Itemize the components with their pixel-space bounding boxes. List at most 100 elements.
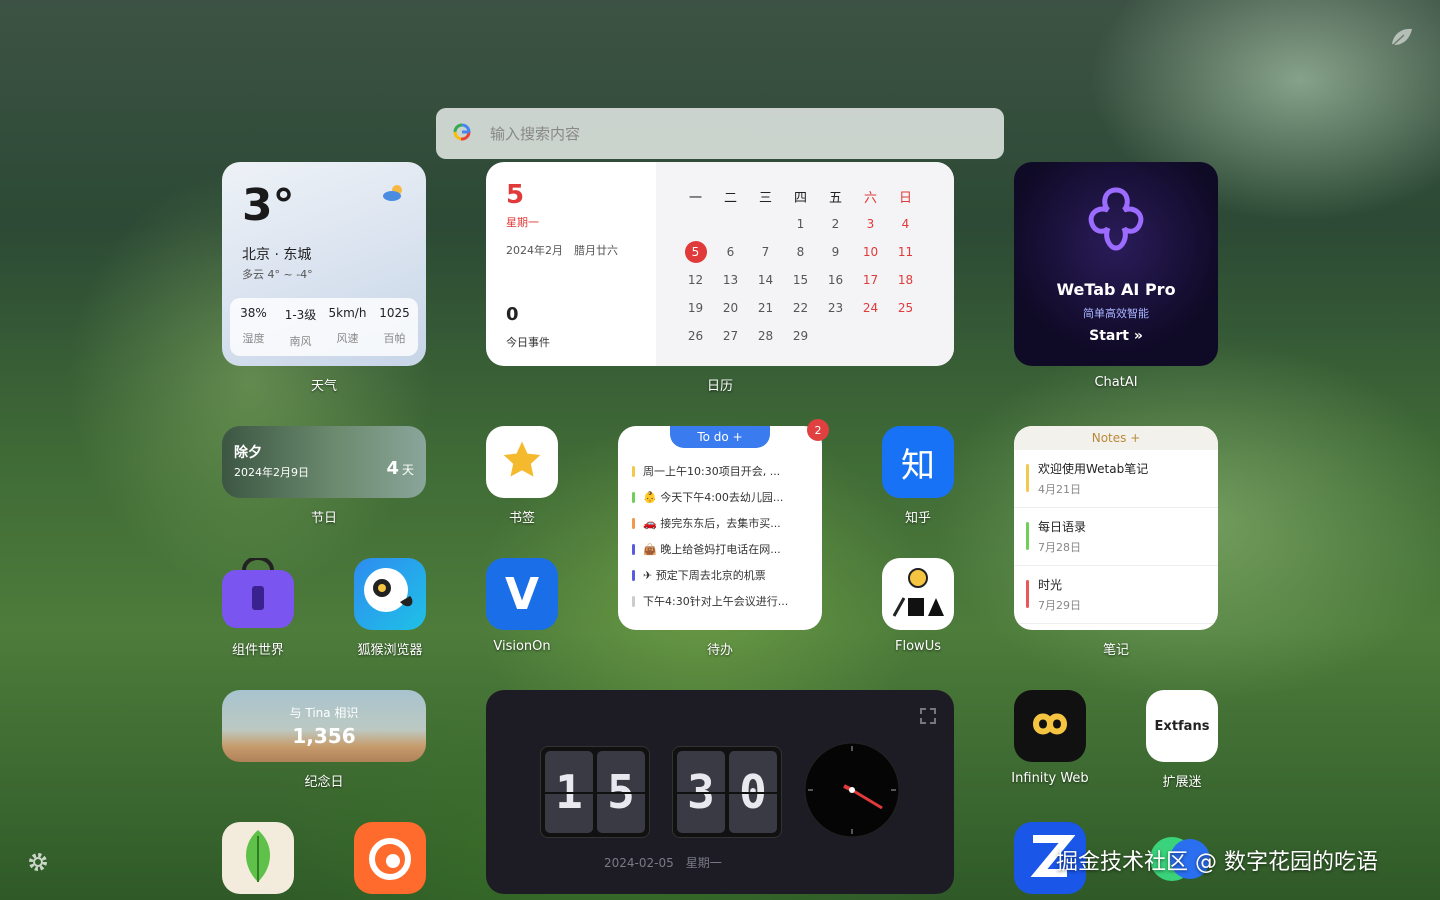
weather-stat-wind-dir: 1-3级 南风: [284, 308, 317, 348]
calendar-date-cell[interactable]: 27: [713, 322, 748, 350]
infinity-web-app[interactable]: [1014, 690, 1086, 762]
fullscreen-icon[interactable]: [920, 708, 936, 724]
foxbrowser-caption: 狐猴浏览器: [357, 643, 423, 658]
extfans-logo: Extfans: [1154, 718, 1210, 734]
fox-icon: [365, 831, 415, 885]
calendar-date-cell[interactable]: 26: [678, 322, 713, 350]
extfans-app[interactable]: Extfans: [1146, 690, 1218, 762]
todo-add-button[interactable]: To do +: [670, 426, 770, 448]
calendar-date-cell[interactable]: 16: [818, 266, 853, 294]
calendar-date-cell[interactable]: 28: [748, 322, 783, 350]
todo-item[interactable]: 👶 今天下午4:00去幼儿园...: [632, 484, 808, 510]
todo-widget[interactable]: To do + 周一上午10:30项目开会, ... 👶 今天下午4:00去幼儿园…: [618, 426, 822, 630]
weather-widget[interactable]: 3° 北京 · 东城 多云 4° ~ -4° 38% 湿度 1-3级 南风 5km/…: [222, 162, 426, 366]
note-color-bar: [1026, 464, 1029, 492]
calendar-date-cell[interactable]: 22: [783, 294, 818, 322]
holiday-widget[interactable]: 除夕 2024年2月9日 4天: [222, 426, 426, 498]
todo-list: 周一上午10:30项目开会, ... 👶 今天下午4:00去幼儿园... 🚗 接完东…: [632, 458, 808, 614]
visionon-app[interactable]: V: [486, 558, 558, 630]
calendar-date-cell[interactable]: 1: [783, 210, 818, 238]
note-item[interactable]: 每日语录 7月28日: [1014, 508, 1218, 566]
todo-item[interactable]: 下午4:30针对上午会议进行...: [632, 588, 808, 614]
calendar-header-4: 四: [793, 190, 807, 206]
calendar-date-cell[interactable]: 23: [818, 294, 853, 322]
infinity-web-caption: Infinity Web: [1011, 771, 1089, 786]
holiday-name: 除夕: [234, 445, 262, 461]
calendar-date-cell[interactable]: 21: [748, 294, 783, 322]
note-item[interactable]: 欢迎使用Wetab笔记 4月21日: [1014, 450, 1218, 508]
calendar-date-cell[interactable]: 29: [783, 322, 818, 350]
notes-list: 欢迎使用Wetab笔记 4月21日 每日语录 7月28日 时光 7月29日: [1014, 450, 1218, 624]
calendar-date-cell[interactable]: 11: [888, 238, 923, 266]
calendar-date-cell[interactable]: 24: [853, 294, 888, 322]
todo-caption: 待办: [706, 643, 734, 658]
search-input[interactable]: [490, 124, 950, 143]
calendar-date-cell[interactable]: 9: [818, 238, 853, 266]
calendar-date-cell: [853, 322, 888, 350]
calendar-date-cell[interactable]: 25: [888, 294, 923, 322]
chatai-title: WeTab AI Pro: [1056, 280, 1176, 299]
calendar-date-cell[interactable]: 20: [713, 294, 748, 322]
calendar-date-cell[interactable]: 7: [748, 238, 783, 266]
weather-stats: 38% 湿度 1-3级 南风 5km/h 风速 1025 百帕: [230, 298, 418, 356]
zhihu-caption: 知乎: [904, 511, 932, 526]
calendar-date-cell[interactable]: 8: [783, 238, 818, 266]
todo-badge: 2: [807, 419, 829, 441]
calendar-lunar: 2024年2月 腊月廿六: [506, 244, 618, 257]
weather-caption: 天气: [310, 379, 338, 394]
flower-icon: [1084, 184, 1148, 258]
settings-gear-icon[interactable]: [26, 850, 50, 878]
calendar-day: 5: [506, 180, 525, 210]
calendar-header-3: 三: [758, 190, 772, 206]
todo-item[interactable]: 🚗 接完东东后，去集市买...: [632, 510, 808, 536]
flowus-caption: FlowUs: [895, 639, 941, 654]
clock-widget[interactable]: 15 30 2024-02-05 星期一: [486, 690, 954, 894]
calendar-widget[interactable]: 5 星期一 2024年2月 腊月廿六 0 今日事件 一二三四五六日1234567…: [486, 162, 954, 366]
notes-add-button[interactable]: Notes +: [1014, 426, 1218, 450]
calendar-caption: 日历: [706, 379, 734, 394]
calendar-date-cell[interactable]: 6: [713, 238, 748, 266]
calendar-date-cell[interactable]: 19: [678, 294, 713, 322]
chatai-widget[interactable]: WeTab AI Pro 简单高效智能 Start »: [1014, 162, 1218, 366]
cloud-sun-icon: [382, 184, 406, 206]
star-icon: [500, 438, 544, 486]
zhihu-app[interactable]: 知: [882, 426, 954, 498]
foxbrowser-app[interactable]: [354, 558, 426, 630]
todo-item[interactable]: 👜 晚上给爸妈打电话在网...: [632, 536, 808, 562]
weather-stat-wind-speed: 5km/h 风速: [328, 306, 367, 345]
calendar-date-cell[interactable]: 5: [678, 238, 713, 266]
clock-hours: 15: [540, 746, 650, 838]
todo-color-bar: [632, 465, 635, 477]
bookmark-app[interactable]: [486, 426, 558, 498]
calendar-today-panel: 5 星期一 2024年2月 腊月廿六 0 今日事件: [486, 162, 656, 366]
weather-stat-humidity: 38% 湿度: [240, 306, 267, 345]
calendar-date-cell[interactable]: 2: [818, 210, 853, 238]
search-bar[interactable]: [436, 108, 1004, 159]
google-icon: [452, 122, 472, 146]
calendar-date-cell[interactable]: 10: [853, 238, 888, 266]
calendar-date-cell[interactable]: 18: [888, 266, 923, 294]
calendar-date-cell[interactable]: 17: [853, 266, 888, 294]
anniversary-widget[interactable]: 与 Tina 相识 1,356: [222, 690, 426, 762]
analog-clock-icon: [804, 742, 900, 842]
chatai-start-button[interactable]: Start »: [1014, 328, 1218, 344]
calendar-date-cell[interactable]: 13: [713, 266, 748, 294]
anniversary-caption: 纪念日: [304, 775, 344, 790]
clock-date: 2024-02-05 星期一: [604, 856, 722, 870]
calendar-date-cell[interactable]: 12: [678, 266, 713, 294]
calendar-date-cell[interactable]: 15: [783, 266, 818, 294]
calendar-weekday: 星期一: [506, 216, 539, 229]
notes-widget[interactable]: Notes + 欢迎使用Wetab笔记 4月21日 每日语录 7月28日 时光 7月29日: [1014, 426, 1218, 630]
calendar-date-cell[interactable]: 14: [748, 266, 783, 294]
flowus-app[interactable]: [882, 558, 954, 630]
note-item[interactable]: 时光 7月29日: [1014, 566, 1218, 624]
widgets-world-caption: 组件世界: [231, 643, 285, 658]
widgets-world-app[interactable]: [222, 558, 294, 630]
todo-item[interactable]: ✈ 预定下周去北京的机票: [632, 562, 808, 588]
calendar-date-cell[interactable]: 4: [888, 210, 923, 238]
todo-item[interactable]: 周一上午10:30项目开会, ...: [632, 458, 808, 484]
calendar-date-cell[interactable]: 3: [853, 210, 888, 238]
leaf-icon[interactable]: [1390, 26, 1414, 48]
leaf-app[interactable]: [222, 822, 294, 894]
fox-app[interactable]: [354, 822, 426, 894]
